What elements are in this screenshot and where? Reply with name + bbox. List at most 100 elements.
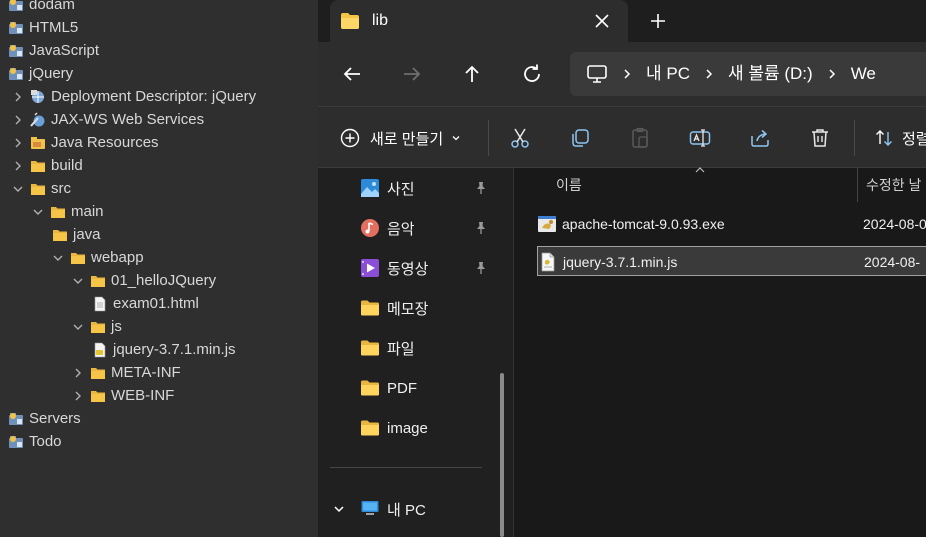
rename-button[interactable] (688, 126, 712, 150)
tree-item-dodam[interactable]: dodam (8, 0, 75, 16)
new-tab-icon[interactable] (648, 11, 668, 31)
tree-item-deployment-descriptor-jquery[interactable]: Deployment Descriptor: jQuery (12, 85, 256, 108)
delete-button[interactable] (808, 126, 832, 150)
chevron-down-icon[interactable] (72, 275, 84, 287)
chevron-down-icon[interactable] (52, 252, 64, 264)
navigation-bar: 내 PC 새 볼륨 (D:) We (318, 42, 926, 106)
tree-item-label: JavaScript (29, 42, 100, 59)
js-file-icon (92, 342, 108, 358)
exe-icon (537, 214, 557, 234)
folder-icon (90, 388, 106, 404)
chevron-down-icon[interactable] (333, 503, 345, 515)
tree-item-todo[interactable]: Todo (8, 430, 62, 453)
tree-item-src[interactable]: src (12, 177, 71, 200)
monitor-icon (587, 65, 607, 83)
toolbar-divider (488, 120, 489, 156)
chevron-right-icon[interactable] (72, 367, 84, 379)
tree-item-label: JAX-WS Web Services (51, 111, 205, 128)
nav-item-this-pc[interactable]: 내 PC (318, 488, 508, 528)
tree-item-label: build (51, 157, 83, 174)
refresh-button[interactable] (520, 62, 544, 86)
folder-icon (90, 365, 106, 381)
tree-item-label: java (73, 226, 101, 243)
chevron-right-icon[interactable] (72, 390, 84, 402)
nav-label: PDF (387, 379, 417, 397)
scissors-icon (511, 128, 529, 148)
chevron-right-icon[interactable] (12, 160, 24, 172)
close-icon[interactable] (592, 11, 612, 31)
tree-item-exam01-html[interactable]: exam01.html (92, 292, 199, 315)
column-name-header[interactable]: 이름 (556, 175, 582, 195)
paste-button[interactable] (628, 126, 652, 150)
chevron-down-icon[interactable] (32, 206, 44, 218)
tree-item-label: jquery-3.7.1.min.js (113, 341, 236, 358)
pin-icon[interactable] (474, 261, 488, 275)
tree-item-webapp[interactable]: webapp (52, 246, 144, 269)
tree-item-java-resources[interactable]: Java Resources (12, 131, 159, 154)
tree-item-web-inf[interactable]: WEB-INF (72, 384, 174, 407)
music-icon (360, 218, 380, 238)
sort-button[interactable]: 정렬 (874, 125, 926, 151)
tree-item-javascript[interactable]: JavaScript (8, 39, 99, 62)
breadcrumb-this-pc[interactable]: 내 PC (646, 52, 690, 96)
tree-item-01-hellojquery[interactable]: 01_helloJQuery (72, 269, 216, 292)
tree-item-js[interactable]: js (72, 315, 122, 338)
nav-item-2[interactable]: 음악 (318, 208, 508, 248)
arrow-up-icon (465, 65, 479, 82)
file-row[interactable]: apache-tomcat-9.0.93.exe 2024-08-0 (537, 209, 926, 239)
project-icon (8, 66, 24, 82)
chevron-right-icon[interactable] (12, 91, 24, 103)
tree-item-main[interactable]: main (32, 200, 104, 223)
file-list: 이름 수정한 날 apache-tomcat-9.0.93.exe 2024-08… (515, 167, 926, 537)
tree-item-servers[interactable]: Servers (8, 407, 81, 430)
folder-icon (360, 338, 380, 358)
arrow-left-icon (343, 67, 360, 81)
column-divider[interactable] (857, 168, 858, 202)
forward-button[interactable] (400, 62, 424, 86)
chevron-down-icon[interactable] (12, 183, 24, 195)
tree-item-jquery[interactable]: jQuery (8, 62, 73, 85)
pin-icon[interactable] (474, 181, 488, 195)
tab-lib[interactable]: lib (330, 0, 628, 42)
tab-bar: lib (318, 0, 926, 42)
column-date-header[interactable]: 수정한 날 (866, 175, 921, 195)
tree-item-label: Java Resources (51, 134, 159, 151)
pin-icon[interactable] (474, 221, 488, 235)
nav-item-6[interactable]: PDF (318, 368, 508, 408)
chevron-right-icon[interactable] (12, 114, 24, 126)
share-button[interactable] (748, 126, 772, 150)
rename-icon (689, 129, 711, 147)
tree-item-label: META-INF (111, 364, 181, 381)
new-button[interactable]: 새로 만들기 (340, 125, 461, 151)
up-button[interactable] (460, 62, 484, 86)
cut-button[interactable] (508, 126, 532, 150)
navigation-pane: 사진 음악 동영상 메모장 파일 PDF image 내 PC (318, 168, 514, 537)
tree-item-jquery-3-7-1-min-js[interactable]: jquery-3.7.1.min.js (92, 338, 236, 361)
file-explorer-window: lib 내 PC 새 볼륨 (D:) We 새로 만들기 정렬 사진 음악 동영… (318, 0, 926, 537)
tree-item-meta-inf[interactable]: META-INF (72, 361, 181, 384)
tree-item-html5[interactable]: HTML5 (8, 16, 78, 39)
tree-item-label: HTML5 (29, 19, 79, 36)
sort-icon (876, 130, 892, 146)
file-row[interactable]: jquery-3.7.1.min.js 2024-08- (537, 246, 926, 276)
breadcrumb-volume-d[interactable]: 새 볼륨 (D:) (728, 52, 813, 96)
tree-item-build[interactable]: build (12, 154, 83, 177)
nav-item-3[interactable]: 동영상 (318, 248, 508, 288)
copy-button[interactable] (568, 126, 592, 150)
project-icon (8, 0, 24, 13)
file-name: apache-tomcat-9.0.93.exe (562, 216, 725, 232)
nav-item-1[interactable]: 사진 (318, 168, 508, 208)
nav-item-4[interactable]: 메모장 (318, 288, 508, 328)
nav-item-7[interactable]: image (318, 408, 508, 448)
tree-item-jax-ws-web-services[interactable]: JAX-WS Web Services (12, 108, 204, 131)
project-icon (8, 43, 24, 59)
chevron-right-icon[interactable] (12, 137, 24, 149)
back-button[interactable] (340, 62, 364, 86)
address-bar[interactable]: 내 PC 새 볼륨 (D:) We (570, 52, 926, 96)
breadcrumb-web[interactable]: We (851, 52, 876, 96)
chevron-down-icon[interactable] (72, 321, 84, 333)
nav-item-5[interactable]: 파일 (318, 328, 508, 368)
tree-item-java[interactable]: java (52, 223, 101, 246)
folder-icon (30, 158, 46, 174)
folder-icon (52, 227, 68, 243)
